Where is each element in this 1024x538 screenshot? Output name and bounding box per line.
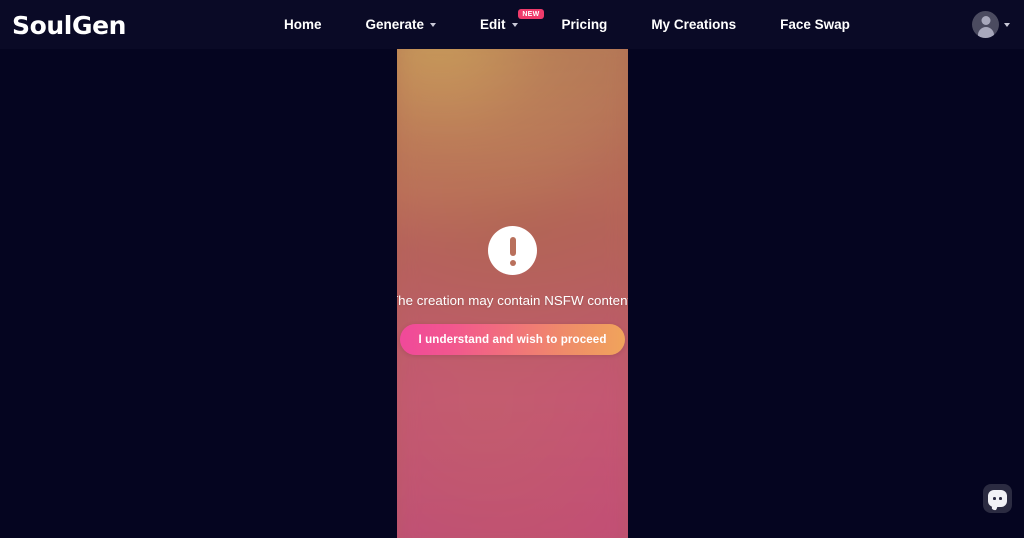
chevron-down-icon: [1004, 22, 1010, 27]
nav-item-label: Generate: [365, 17, 425, 32]
main-stage: The creation may contain NSFW content. I…: [0, 49, 1024, 538]
user-avatar-icon: [972, 11, 999, 38]
nav-item-label: Face Swap: [780, 17, 850, 32]
chevron-down-icon: [430, 22, 437, 27]
chat-dot: [999, 497, 1002, 500]
nav-item-generate[interactable]: Generate: [344, 0, 459, 49]
exclamation-bar: [509, 237, 516, 256]
nav-item-label: Edit: [480, 17, 506, 32]
exclamation-circle-icon: [488, 226, 537, 275]
nav-item-home[interactable]: Home: [262, 0, 344, 49]
nav-item-label: Home: [284, 17, 322, 32]
site-header: SoulGen Home Generate Edit NEW Pricing M…: [0, 0, 1024, 49]
page-root: SoulGen Home Generate Edit NEW Pricing M…: [0, 0, 1024, 538]
nav-item-label: Pricing: [561, 17, 608, 32]
nav-item-pricing[interactable]: Pricing: [540, 0, 630, 49]
proceed-button[interactable]: I understand and wish to proceed: [400, 324, 625, 355]
chat-bubble-icon: [988, 490, 1007, 507]
nav-item-face-swap[interactable]: Face Swap: [758, 0, 872, 49]
chat-support-button[interactable]: [983, 484, 1012, 513]
nav-item-label: My Creations: [651, 17, 737, 32]
site-logo[interactable]: SoulGen: [12, 11, 126, 40]
nsfw-warning-text: The creation may contain NSFW content.: [397, 293, 628, 308]
creation-card[interactable]: The creation may contain NSFW content. I…: [397, 49, 628, 538]
exclamation-dot: [509, 259, 516, 266]
nav-item-edit[interactable]: Edit NEW: [458, 0, 544, 49]
nav-item-my-creations[interactable]: My Creations: [629, 0, 758, 49]
chat-dot: [993, 497, 996, 500]
chevron-down-icon: [511, 22, 518, 27]
nsfw-warning-block: The creation may contain NSFW content. I…: [397, 49, 628, 538]
account-menu[interactable]: [972, 11, 1010, 38]
main-navigation: Home Generate Edit NEW Pricing My Creati…: [262, 0, 872, 49]
